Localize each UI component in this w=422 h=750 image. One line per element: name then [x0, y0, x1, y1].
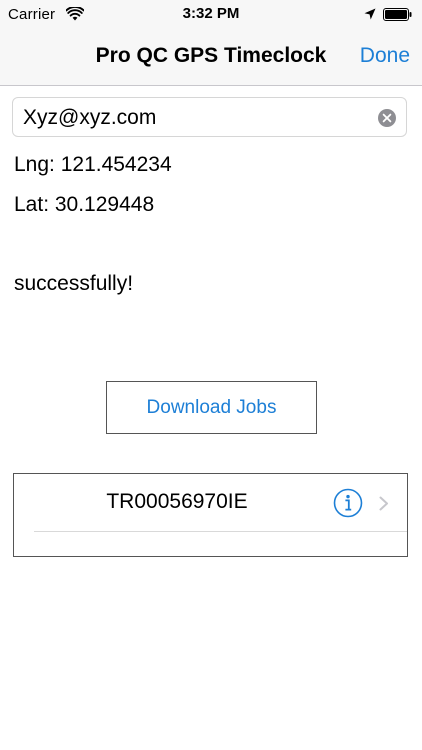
status-message: successfully!	[14, 272, 134, 295]
clear-text-icon[interactable]	[378, 109, 396, 127]
job-id-label: TR00056970IE	[106, 490, 248, 513]
longitude-text: Lng: 121.454234	[14, 153, 172, 176]
email-field-value[interactable]: Xyz@xyz.com	[23, 106, 156, 130]
battery-icon	[383, 8, 412, 21]
download-jobs-button[interactable]: Download Jobs	[106, 381, 317, 434]
row-divider	[34, 531, 407, 532]
page-title: Pro QC GPS Timeclock	[95, 44, 327, 67]
status-bar: Carrier 3:32 PM	[0, 0, 422, 30]
email-field[interactable]: Xyz@xyz.com	[12, 97, 407, 137]
info-icon[interactable]	[333, 488, 363, 518]
jobs-list: TR00056970IE	[13, 473, 408, 557]
navigation-bar: Pro QC GPS Timeclock Done	[0, 30, 422, 86]
done-button[interactable]: Done	[360, 44, 410, 68]
latitude-text: Lat: 30.129448	[14, 193, 155, 216]
chevron-right-icon	[379, 496, 388, 511]
list-item[interactable]: TR00056970IE	[14, 474, 407, 531]
location-arrow-icon	[364, 8, 376, 20]
status-time: 3:32 PM	[182, 5, 240, 22]
